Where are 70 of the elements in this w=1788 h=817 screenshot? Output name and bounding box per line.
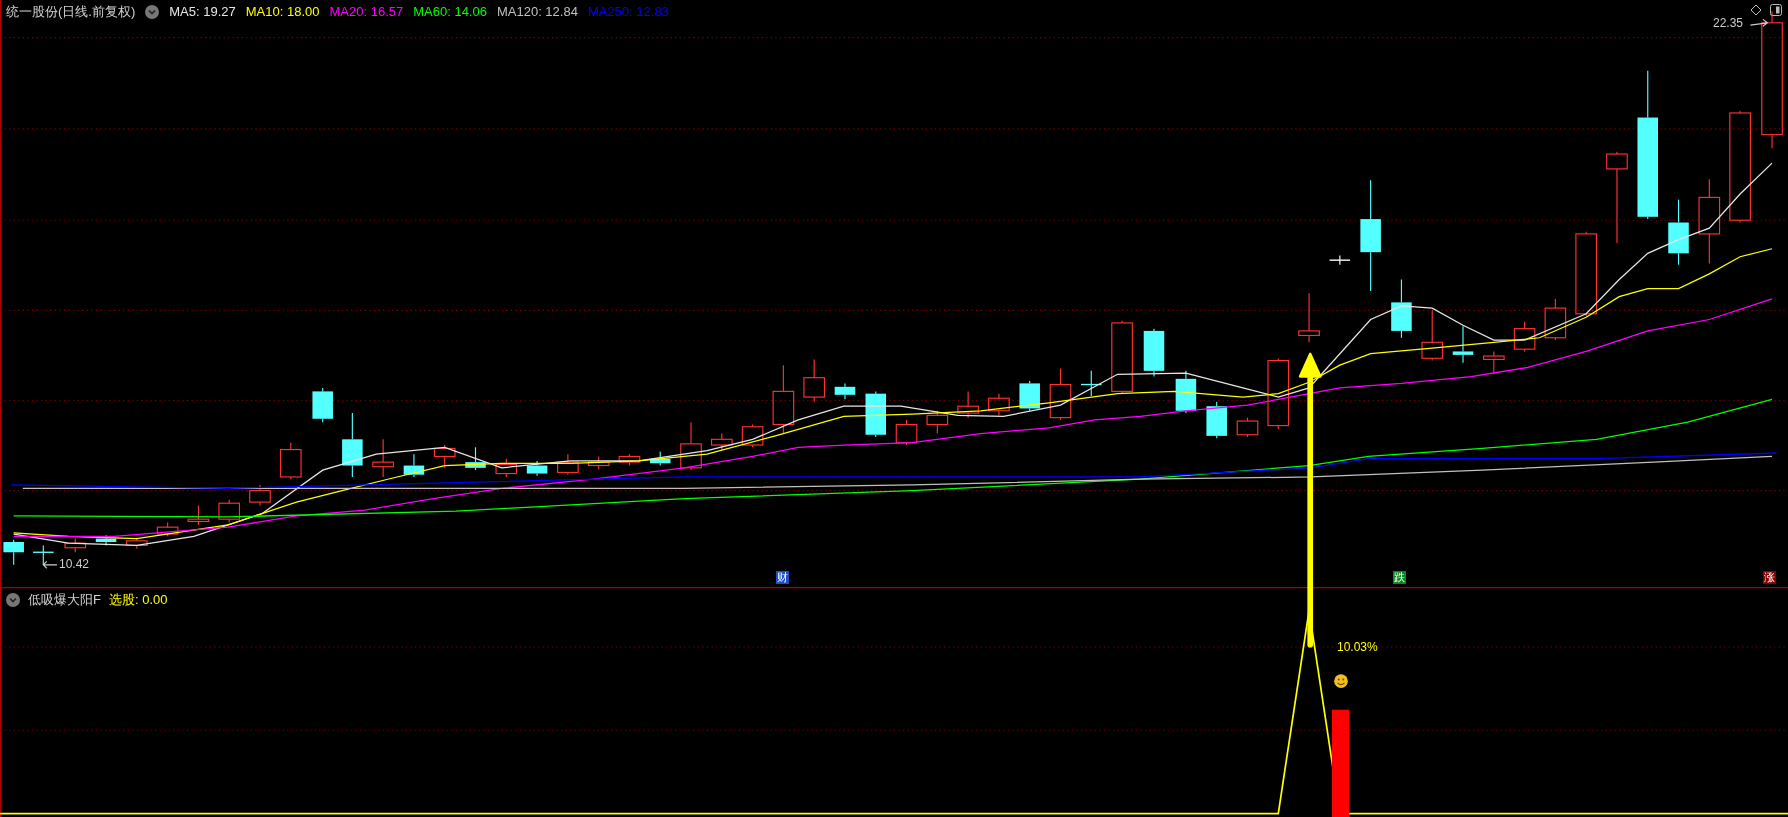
candlestick <box>1143 328 1165 378</box>
candlestick <box>64 538 87 553</box>
moving-average-value: MA250: 12.83 <box>587 4 669 20</box>
candlestick <box>312 387 333 423</box>
event-marker: 涨 <box>1763 571 1776 584</box>
candlestick <box>1019 380 1040 412</box>
candlestick <box>772 364 795 435</box>
candlestick <box>741 423 764 448</box>
candlestick <box>710 433 733 452</box>
candlestick <box>1236 417 1259 438</box>
candlestick <box>680 421 702 471</box>
candlestick <box>957 390 979 419</box>
candlestick <box>1482 350 1505 375</box>
candlestick <box>1049 368 1072 421</box>
price-label: 22.35 <box>1713 16 1744 30</box>
chevron-down-icon[interactable] <box>6 593 20 607</box>
candlestick <box>187 504 210 526</box>
candlestick <box>95 534 117 546</box>
candlestick <box>865 390 886 438</box>
candlestick <box>1513 321 1536 352</box>
signal-label: 10.03% <box>1337 640 1378 654</box>
event-marker: 财 <box>776 571 789 584</box>
candlestick <box>126 536 148 550</box>
candlestick <box>618 453 641 467</box>
candlestick <box>1668 199 1689 266</box>
candlestick <box>433 444 456 469</box>
event-marker: 跌 <box>1393 571 1406 584</box>
candlestick <box>342 412 363 478</box>
moving-average-value: MA10: 18.00 <box>245 4 320 20</box>
moving-average-value: MA60: 14.06 <box>413 4 487 20</box>
candlestick <box>1544 298 1567 341</box>
candlestick <box>557 453 579 476</box>
candlestick <box>32 544 55 566</box>
candlestick <box>526 460 548 477</box>
candlestick <box>988 393 1010 416</box>
chevron-down-icon[interactable] <box>145 5 160 19</box>
candlestick <box>1391 279 1412 339</box>
candlestick <box>803 358 825 403</box>
candlestick <box>834 382 856 400</box>
moving-average-value: MA5: 19.27 <box>169 4 236 20</box>
indicator-title: 低吸爆大阳F <box>28 592 101 608</box>
candlestick <box>465 446 486 471</box>
candlestick <box>1421 309 1444 362</box>
candlestick <box>1175 370 1197 414</box>
moving-average-value: MA20: 16.57 <box>329 4 404 20</box>
panel-toggle-icon[interactable] <box>1770 4 1782 16</box>
candlestick <box>1080 370 1103 397</box>
window-title: 统一股份(日线.前复权) <box>6 4 136 20</box>
candlestick <box>587 455 610 470</box>
candlestick <box>279 442 302 480</box>
candlestick <box>1452 325 1474 364</box>
candlestick <box>1328 255 1351 266</box>
candlestick <box>249 484 271 507</box>
candlestick <box>156 522 179 537</box>
candlestick <box>895 419 918 446</box>
candlestick <box>649 451 671 467</box>
smiley-icon <box>1334 674 1348 689</box>
candlestick <box>3 539 24 566</box>
candlestick <box>372 438 394 478</box>
indicator-output: 选股: 0.00 <box>108 592 168 608</box>
candlestick <box>403 453 425 478</box>
candlestick <box>495 458 518 478</box>
leader-line <box>42 560 58 569</box>
candlestick <box>218 499 241 524</box>
price-label: 10.42 <box>59 557 90 571</box>
moving-average-value: MA120: 12.84 <box>496 4 578 20</box>
leader-line <box>1749 18 1769 27</box>
diamond-icon[interactable] <box>1750 4 1762 16</box>
candlestick <box>1206 401 1227 439</box>
candlestick <box>1298 292 1320 343</box>
